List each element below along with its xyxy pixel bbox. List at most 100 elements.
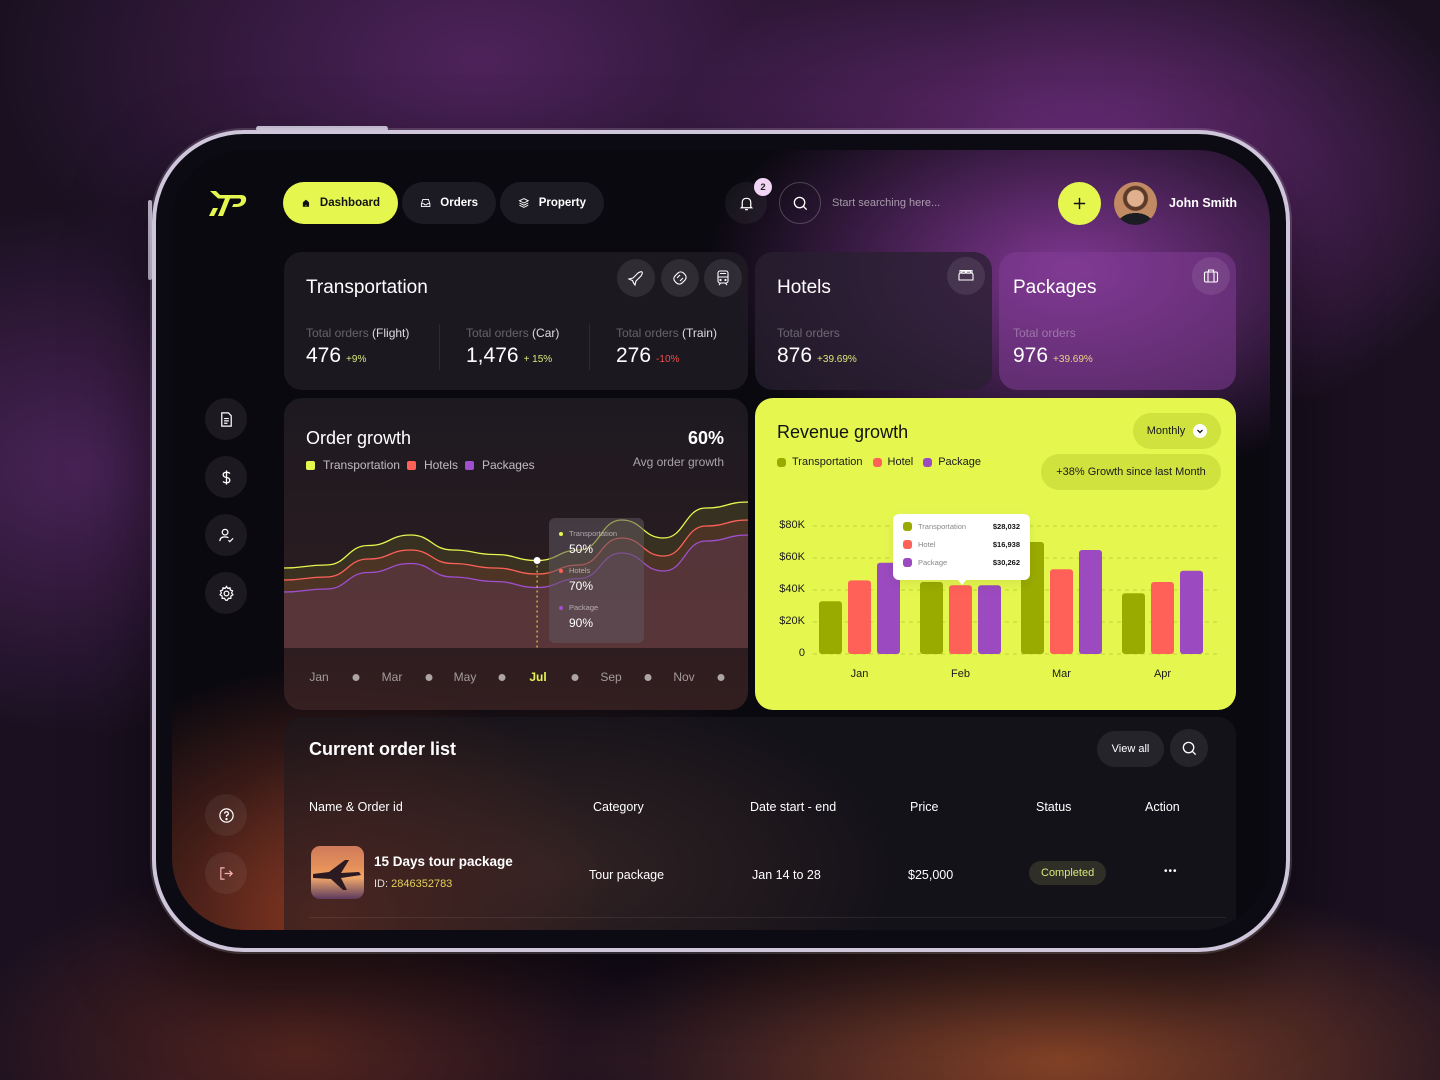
order-growth-legend: Transportation Hotels Packages	[306, 458, 535, 472]
airplane-photo	[313, 860, 361, 890]
flight-filter-button[interactable]	[617, 259, 655, 297]
order-id: ID: 2846352783	[374, 878, 453, 890]
order-growth-card: Order growth 60% Avg order growth Transp…	[284, 398, 748, 710]
logout-icon	[219, 866, 233, 880]
stat-label: Total orders	[1013, 326, 1076, 340]
tooltip-label: Transportation	[569, 529, 618, 538]
x-tick-label[interactable]: May	[454, 670, 477, 684]
legend-label: Transportation	[323, 458, 400, 472]
column-header[interactable]: Name & Order id	[309, 800, 403, 814]
tooltip-label: Package	[569, 603, 599, 612]
bed-icon	[958, 269, 974, 281]
search-button[interactable]	[779, 182, 821, 224]
inbox-icon	[420, 199, 431, 207]
x-tick-label[interactable]: Nov	[673, 670, 694, 684]
stat-value: 876 +39.69%	[777, 344, 857, 367]
x-tick-dot	[571, 674, 579, 681]
document-icon	[220, 411, 232, 427]
view-all-button[interactable]: View all	[1097, 731, 1164, 767]
status-badge: Completed	[1029, 861, 1107, 885]
x-tick-dot	[644, 674, 652, 681]
order-list-card: Current order list View all Name & Order…	[284, 717, 1236, 930]
legend-swatch-hotels	[406, 460, 416, 470]
packages-card: Packages Total orders 976 +39.69%	[999, 252, 1236, 390]
order-growth-title: Order growth	[306, 428, 412, 448]
search-input[interactable]	[832, 190, 1032, 216]
bar-transportation-feb[interactable]	[920, 582, 943, 654]
column-header[interactable]: Status	[1036, 800, 1071, 814]
order-name[interactable]: 15 Days tour package	[374, 854, 513, 869]
order-search-button[interactable]	[1170, 729, 1208, 767]
tab-property[interactable]: Property	[500, 182, 604, 224]
sidebar-item-logout[interactable]	[205, 852, 247, 894]
tooltip-label: Hotels	[569, 566, 591, 575]
highlight-point[interactable]	[533, 557, 541, 564]
hotels-icon-button[interactable]	[947, 257, 985, 295]
train-filter-button[interactable]	[704, 259, 742, 297]
bar-hotel-apr[interactable]	[1151, 582, 1174, 654]
packages-title: Packages	[1013, 277, 1097, 298]
bar-transportation-jan[interactable]	[819, 601, 842, 654]
packages-icon-button[interactable]	[1192, 257, 1230, 295]
avg-growth-value: 60%	[687, 428, 724, 448]
x-tick-label[interactable]: Sep	[600, 670, 621, 684]
x-tick-label: Feb	[951, 668, 970, 680]
sidebar-item-settings[interactable]	[205, 572, 247, 614]
column-header[interactable]: Action	[1145, 800, 1180, 814]
sidebar-item-finance[interactable]	[205, 456, 247, 498]
stat-value: 476 +9%	[306, 344, 367, 367]
transportation-title: Transportation	[306, 277, 428, 298]
x-tick-dot	[717, 674, 725, 681]
revenue-tooltip: Transportation $28,032 Hotel $16,938 Packa…	[893, 514, 1030, 585]
bar-hotel-mar[interactable]	[1050, 569, 1073, 654]
legend-label: Hotels	[423, 458, 458, 472]
add-button[interactable]	[1058, 182, 1101, 225]
bar-transportation-apr[interactable]	[1122, 593, 1145, 654]
tab-orders[interactable]: Orders	[402, 182, 496, 224]
legend-label: Packages	[481, 458, 535, 472]
bar-package-feb[interactable]	[978, 585, 1001, 654]
x-tick-label: Mar	[1052, 668, 1071, 680]
sidebar-item-documents[interactable]	[205, 398, 247, 440]
x-tick-label[interactable]: Jul	[529, 670, 546, 684]
revenue-growth-card: Revenue growth Transportation Hotel Pack…	[755, 398, 1236, 710]
divider	[439, 324, 440, 370]
order-list-title: Current order list	[309, 739, 457, 759]
avg-growth-label: Avg order growth	[632, 455, 724, 469]
tab-dashboard[interactable]: Dashboard	[283, 182, 398, 224]
notification-count-badge: 2	[754, 178, 772, 196]
x-tick-label: Jan	[850, 668, 869, 680]
order-thumbnail	[311, 846, 364, 899]
order-category: Tour package	[589, 868, 665, 882]
order-dates: Jan 14 to 28	[752, 868, 821, 882]
bar-hotel-feb[interactable]	[949, 585, 972, 654]
stat-value: 1,476 + 15%	[466, 344, 553, 367]
x-tick-label[interactable]: Mar	[382, 670, 403, 684]
tooltip-label: Package	[918, 558, 948, 567]
bar-package-mar[interactable]	[1079, 550, 1102, 654]
tooltip-label: Transportation	[918, 522, 967, 531]
x-tick-label: Apr	[1153, 668, 1172, 680]
x-tick-dot	[425, 674, 433, 681]
sidebar-item-users[interactable]	[205, 514, 247, 556]
legend-swatch-transportation	[306, 460, 315, 470]
column-header[interactable]: Category	[593, 800, 644, 814]
column-header[interactable]: Date start - end	[750, 800, 836, 814]
column-header[interactable]: Price	[910, 800, 938, 814]
user-name[interactable]: John Smith	[1169, 196, 1237, 210]
x-tick-label[interactable]: Jan	[309, 670, 328, 684]
tab-label: Dashboard	[319, 197, 380, 209]
tooltip-value: $30,262	[992, 558, 1020, 567]
stat-label: Total orders	[777, 326, 840, 340]
row-actions-button[interactable]: •••	[1164, 866, 1178, 877]
home-icon	[302, 199, 310, 207]
search-icon	[793, 196, 807, 210]
sidebar-item-help[interactable]	[205, 794, 247, 836]
bar-package-apr[interactable]	[1180, 570, 1203, 654]
bar-hotel-jan[interactable]	[848, 580, 871, 654]
user-avatar[interactable]	[1114, 182, 1157, 225]
brand-logo	[209, 191, 247, 216]
car-filter-button[interactable]	[661, 259, 699, 297]
tooltip-value: 50%	[569, 542, 594, 556]
gear-icon	[218, 584, 234, 601]
